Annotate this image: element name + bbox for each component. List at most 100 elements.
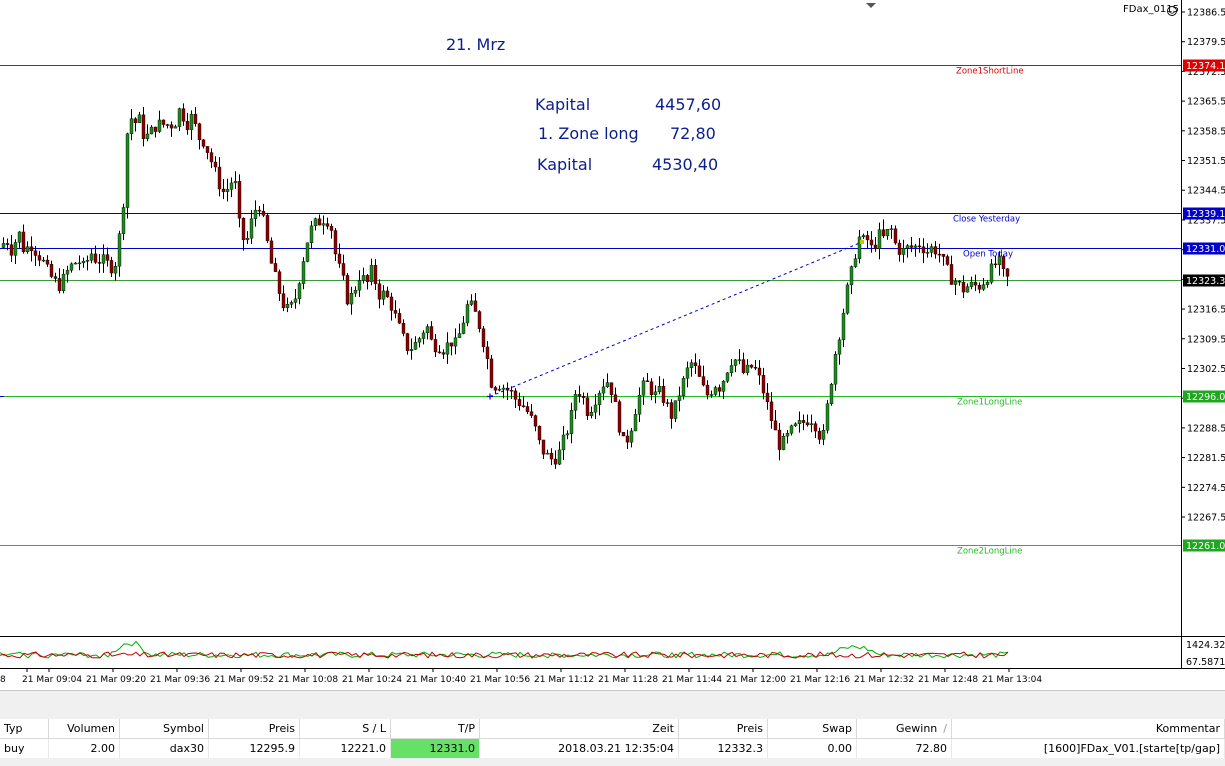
- time-tick-label: 21 Mar 09:04: [22, 675, 82, 685]
- candle-body: [521, 405, 526, 407]
- time-tick-label: 21 Mar 10:56: [470, 675, 530, 685]
- candle-body: [141, 114, 146, 139]
- candle-body: [437, 351, 442, 354]
- candle-body: [713, 387, 718, 395]
- candle-body: [465, 304, 470, 324]
- table-row[interactable]: buy 2.00 dax30 12295.9 12221.0 12331.0 2…: [0, 738, 1225, 758]
- candle-body: [745, 364, 750, 373]
- candle-body: [345, 275, 350, 305]
- candle-body: [497, 389, 502, 391]
- candle-body: [905, 245, 910, 249]
- candle-body: [293, 298, 298, 303]
- indicator-pane[interactable]: [0, 640, 1009, 659]
- candle-body: [725, 372, 730, 382]
- col-zeit[interactable]: Zeit: [479, 719, 679, 739]
- candle-body: [457, 333, 462, 338]
- candle-body: [361, 275, 366, 281]
- price-chart[interactable]: 12386.512379.512372.512365.512358.512351…: [0, 0, 1225, 690]
- candle-body: [409, 349, 414, 351]
- col-symbol[interactable]: Symbol: [119, 719, 209, 739]
- candle-body: [977, 284, 982, 290]
- candle-body: [169, 124, 174, 129]
- candle-body: [749, 364, 754, 368]
- candle-body: [541, 439, 546, 455]
- candle-body: [537, 425, 542, 441]
- candle-body: [841, 312, 846, 341]
- cell-swap: 0.00: [767, 738, 857, 758]
- col-typ[interactable]: Typ: [0, 719, 49, 739]
- candle-body: [145, 133, 150, 139]
- candle-body: [561, 434, 566, 451]
- candle-body: [65, 269, 70, 275]
- candle-body: [817, 430, 822, 440]
- candle-body: [693, 362, 698, 366]
- candle-body: [493, 387, 498, 391]
- candle-body: [5, 243, 10, 245]
- candle-body: [225, 189, 230, 192]
- price-tag-label: 12296.0: [1186, 392, 1225, 403]
- candle-body: [433, 339, 438, 353]
- price-tick-label: 12365.5: [1187, 97, 1225, 108]
- col-preis[interactable]: Preis: [208, 719, 300, 739]
- col-gewinn[interactable]: Gewinn /: [856, 719, 952, 739]
- candle-body: [585, 397, 590, 416]
- col-swap[interactable]: Swap: [767, 719, 857, 739]
- price-tag-label: 12323.3: [1186, 276, 1225, 287]
- candle-body: [901, 248, 906, 255]
- price-pane[interactable]: [0, 0, 1181, 636]
- level-line-label: Close Yesterday: [953, 215, 1020, 225]
- candle-body: [281, 293, 286, 308]
- candle-body: [909, 245, 914, 248]
- cell-volumen: 2.00: [48, 738, 120, 758]
- candle-body: [833, 354, 838, 385]
- candle-body: [229, 182, 234, 190]
- candle-body: [353, 289, 358, 294]
- candle-body: [137, 114, 142, 123]
- indicator-tick-label: 1424.329: [1186, 640, 1225, 651]
- candle-body: [157, 119, 162, 132]
- trade-table[interactable]: Typ Volumen Symbol Preis S / L T/P Zeit …: [0, 719, 1225, 758]
- candle-body: [349, 293, 354, 305]
- candle-body: [417, 338, 422, 343]
- level-line-label: Zone2LongLine: [957, 547, 1022, 557]
- date-label: 21. Mrz: [446, 35, 506, 54]
- candle-body: [933, 246, 938, 255]
- candle-body: [309, 225, 314, 243]
- col-kommentar[interactable]: Kommentar: [951, 719, 1225, 739]
- candle-body: [125, 133, 130, 208]
- trade-exit-marker-icon[interactable]: [860, 240, 864, 245]
- candle-body: [101, 254, 106, 264]
- col-volumen[interactable]: Volumen: [48, 719, 120, 739]
- cell-gewinn: 72.80: [856, 738, 952, 758]
- time-tick-label: 21 Mar 12:48: [918, 675, 978, 685]
- cell-preis-2: 12332.3: [678, 738, 768, 758]
- candle-body: [961, 282, 966, 293]
- price-tick-label: 12358.5: [1187, 126, 1225, 137]
- candle-body: [53, 276, 58, 279]
- candle-body: [337, 253, 342, 264]
- col-sl[interactable]: S / L: [299, 719, 391, 739]
- candle-body: [885, 229, 890, 237]
- col-preis-2[interactable]: Preis: [678, 719, 768, 739]
- candle-body: [893, 228, 898, 244]
- candle-body: [809, 423, 814, 426]
- indicator-tick-label: 67.5871: [1186, 657, 1225, 668]
- candle-body: [81, 260, 86, 264]
- cell-tp[interactable]: 12331.0: [390, 738, 480, 758]
- candle-body: [669, 402, 674, 419]
- candle-body: [601, 386, 606, 394]
- cell-sl[interactable]: 12221.0: [299, 738, 391, 758]
- candle-body: [489, 358, 494, 388]
- candle-body: [429, 326, 434, 340]
- chart-area[interactable]: 12386.5 12379.5 12372.5 12365.5 12358.5 12351…: [0, 0, 1225, 690]
- candle-body: [565, 433, 570, 436]
- candle-body: [181, 108, 186, 122]
- candle-body: [517, 399, 522, 406]
- price-tag-label: 12339.1: [1186, 209, 1225, 220]
- col-tp[interactable]: T/P: [390, 719, 480, 739]
- candle-body: [221, 188, 226, 192]
- candle-body: [297, 283, 302, 300]
- candle-body: [657, 385, 662, 393]
- sort-slash-icon: /: [943, 722, 947, 735]
- candle-body: [865, 235, 870, 241]
